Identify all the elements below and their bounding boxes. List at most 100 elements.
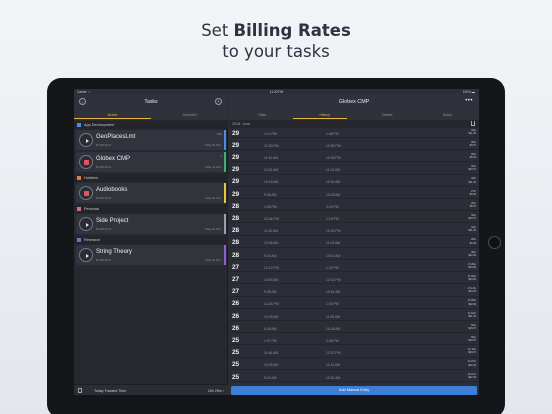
entry-end-time: 11:53 AM xyxy=(326,314,341,319)
entry-day: 28 xyxy=(232,214,240,222)
entry-end-time: 10:26 AM xyxy=(326,326,341,331)
entry-amount: $8.67 xyxy=(469,204,476,208)
tab-active[interactable]: Active xyxy=(74,113,151,117)
tab-stats[interactable]: Stats xyxy=(231,113,294,117)
start-timer-button[interactable] xyxy=(79,248,93,262)
section-label: Personal xyxy=(84,206,99,211)
task-row[interactable]: Side Project $1,000 00:12 Today 0h 05m xyxy=(76,214,226,234)
history-row[interactable]: 25 10:35 AM 11:42 AM 1h 07m $22.33 xyxy=(229,360,479,370)
entry-amount: $11.33 xyxy=(468,180,476,184)
task-today-time: Today 1h 20m xyxy=(204,166,221,169)
entry-day: 28 xyxy=(232,227,240,235)
add-task-icon[interactable]: + xyxy=(215,98,222,105)
entry-start-time: 10:53 AM xyxy=(264,277,279,282)
task-row[interactable]: GeoPlacesLmt $1,000 00:12 Today 0h 00m 12h xyxy=(76,130,226,150)
history-row[interactable]: 29 12:30 PM 12:59 PM 29m $9.67 xyxy=(229,140,479,151)
entry-start-time: 12:30 PM xyxy=(264,143,279,148)
history-row[interactable]: 25 1:07 PM 2:06 PM 59m $19.67 xyxy=(229,335,479,346)
history-row[interactable]: 25 9:24 AM 10:31 AM 1h 07m $22.33 xyxy=(229,372,479,382)
promo-headline-line1: Set Billing Rates xyxy=(0,20,552,41)
entry-start-time: 9:36 AM xyxy=(264,192,277,197)
entry-day: 26 xyxy=(232,300,240,308)
tab-details[interactable]: Details xyxy=(356,113,419,117)
history-tab-indicator xyxy=(293,118,347,120)
entry-start-time: 11:40 AM xyxy=(264,155,279,160)
start-timer-button[interactable] xyxy=(79,217,93,231)
entry-start-time: 9:24 AM xyxy=(264,375,277,380)
entry-start-time: 9:34 AM xyxy=(264,253,277,258)
entry-start-time: 11:30 AM xyxy=(264,229,279,234)
share-icon[interactable] xyxy=(471,121,475,127)
task-today-time: Today 2h 10m xyxy=(204,197,221,200)
entry-amount: $10.67 xyxy=(468,168,476,172)
history-row[interactable]: 28 1:58 PM 2:24 PM 26m $8.67 xyxy=(229,201,479,212)
history-row[interactable]: 26 10:49 AM 11:53 AM 1h 04m $21.33 xyxy=(229,311,479,321)
entry-start-time: 10:18 AM xyxy=(264,180,279,185)
history-row[interactable]: 27 12:12 PM 1:21 PM 1h 09m $23.00 xyxy=(229,262,479,273)
history-row[interactable]: 27 9:38 AM 10:51 AM 1h 13m $24.33 xyxy=(229,287,479,297)
tab-notes[interactable]: Notes xyxy=(416,113,479,117)
play-icon xyxy=(85,253,89,258)
entry-amount: $24.33 xyxy=(468,290,476,294)
entry-end-time: 10:31 AM xyxy=(326,375,341,380)
stop-icon xyxy=(84,160,89,165)
promo-headline-line2: to your tasks xyxy=(222,42,330,61)
entry-amount: $9.67 xyxy=(469,143,476,147)
entry-amount: $23.00 xyxy=(468,265,476,269)
history-row[interactable]: 25 11:46 AM 12:57 PM 1h 11m $23.67 xyxy=(229,348,479,358)
tab-history[interactable]: History xyxy=(294,113,357,117)
entry-duration-amount: 1h 07m $22.33 xyxy=(465,373,476,380)
task-row[interactable]: Globex CMP $1,000 00:12 Today 1h 20m 1 xyxy=(76,152,226,172)
play-icon xyxy=(85,138,89,143)
task-color-bar xyxy=(224,152,226,172)
task-today-time: Today 0h 00m xyxy=(204,144,221,147)
history-row[interactable]: 26 9:36 AM 10:26 AM 50m $16.67 xyxy=(229,323,479,334)
history-row[interactable]: 28 11:30 AM 12:04 PM 34m $11.33 xyxy=(229,226,479,236)
history-row[interactable]: 28 9:34 AM 10:10 AM 36m $12.00 xyxy=(229,250,479,260)
history-row[interactable]: 28 10:36 AM 11:04 AM 28m $9.33 xyxy=(229,238,479,248)
stop-timer-button[interactable] xyxy=(79,155,93,169)
headline-bold: Billing Rates xyxy=(233,21,351,40)
task-row[interactable]: Audiobooks $1,000 00:12 Today 2h 10m xyxy=(76,183,226,203)
date-section-header: 2018, June xyxy=(229,120,479,128)
history-row[interactable]: 28 12:44 PM 1:16 PM 32m $10.67 xyxy=(229,213,479,224)
start-timer-button[interactable] xyxy=(79,133,93,147)
history-row[interactable]: 29 9:36 AM 10:03 AM 27m $9.00 xyxy=(229,189,479,199)
entry-amount: $11.33 xyxy=(468,229,476,233)
history-row[interactable]: 29 11:02 AM 11:34 AM 32m $10.67 xyxy=(229,165,479,175)
history-row[interactable]: 29 1:14 PM 1:48 PM 34m $11.33 xyxy=(229,128,479,138)
task-row[interactable]: String Theory $1,000 00:12 Today 1h 50m xyxy=(76,245,226,265)
entry-day: 29 xyxy=(232,129,240,137)
home-button xyxy=(488,236,501,249)
entry-start-time: 12:12 PM xyxy=(264,265,279,270)
entry-day: 25 xyxy=(232,373,240,381)
more-menu-icon[interactable]: ••• xyxy=(465,98,473,104)
task-name: Side Project xyxy=(96,218,129,224)
section-header: Research xyxy=(74,236,228,244)
tab-archived[interactable]: Archived xyxy=(151,113,228,117)
entry-amount: $22.33 xyxy=(468,375,476,379)
add-manual-entry-button[interactable]: Add Manual Entry xyxy=(231,386,477,395)
play-icon xyxy=(85,222,89,227)
date-section-label: 2018, June xyxy=(232,122,250,126)
active-tab-indicator xyxy=(74,118,151,120)
history-row[interactable]: 27 10:53 AM 12:02 PM 1h 09m $23.00 xyxy=(229,274,479,285)
entry-duration-amount: 26m $8.67 xyxy=(465,202,476,209)
entry-duration-amount: 1h 11m $23.67 xyxy=(465,348,476,355)
today-tracked-bar[interactable]: Today Tracked Time 10h 25m › xyxy=(74,384,228,395)
entry-amount: $16.67 xyxy=(468,326,476,330)
task-rate: $1,000 00:12 xyxy=(96,228,112,231)
entry-amount: $11.33 xyxy=(468,131,476,135)
entry-end-time: 11:04 AM xyxy=(326,241,341,246)
task-rate: $1,000 00:12 xyxy=(96,144,112,147)
entry-duration-amount: 32m $10.67 xyxy=(465,214,476,221)
entry-duration-amount: 34m $11.33 xyxy=(465,226,476,233)
entry-day: 25 xyxy=(232,361,240,369)
history-row[interactable]: 29 10:18 AM 10:52 AM 34m $11.33 xyxy=(229,177,479,187)
history-row[interactable]: 29 11:40 AM 12:05 PM 25m $8.33 xyxy=(229,152,479,163)
entry-duration-amount: 29m $9.67 xyxy=(465,141,476,148)
task-name: Audiobooks xyxy=(96,187,128,193)
entry-duration-amount: 34m $11.33 xyxy=(465,129,476,136)
history-row[interactable]: 26 12:24 PM 1:30 PM 1h 06m $22.00 xyxy=(229,299,479,309)
stop-timer-button[interactable] xyxy=(79,186,93,200)
